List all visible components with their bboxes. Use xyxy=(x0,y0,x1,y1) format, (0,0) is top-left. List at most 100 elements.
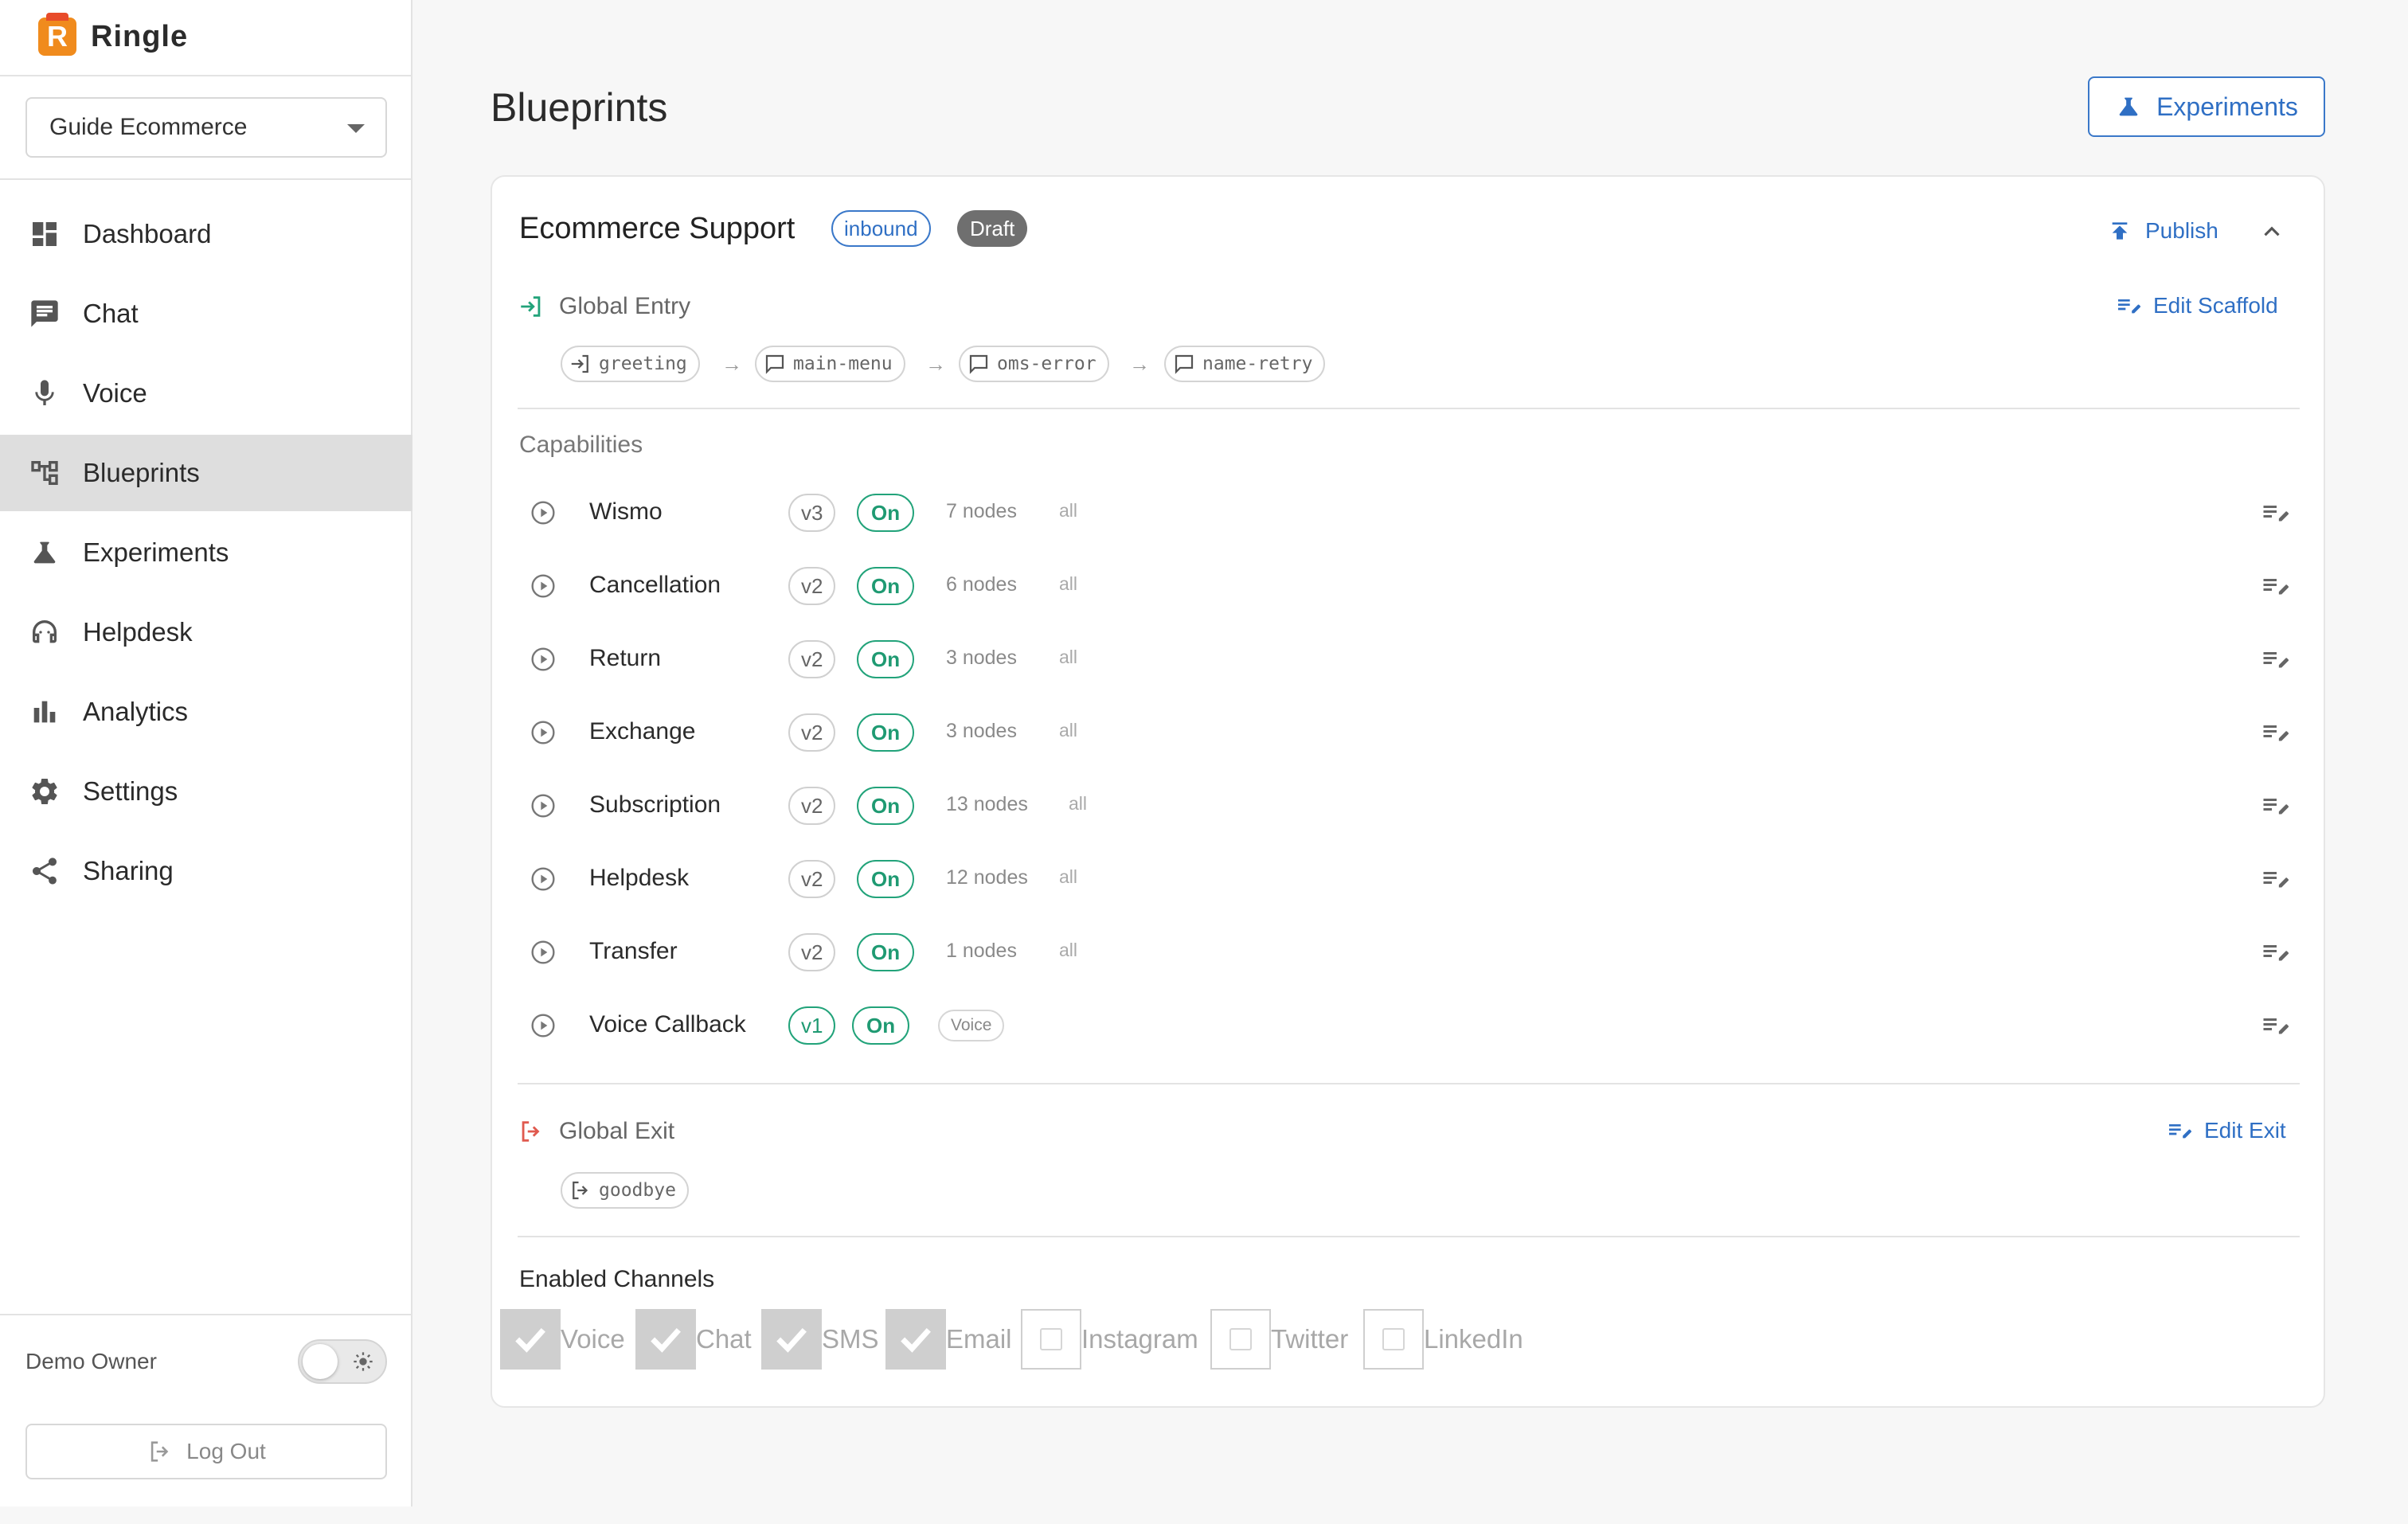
flask-icon xyxy=(2119,97,2138,116)
state-badge[interactable]: On xyxy=(857,860,915,898)
checkbox[interactable] xyxy=(1021,1309,1081,1370)
play-circle-icon[interactable] xyxy=(530,866,556,892)
direction-badge: inbound xyxy=(831,210,931,247)
exit-step-label: goodbye xyxy=(599,1180,676,1201)
capability-name: Voice Callback xyxy=(589,1011,746,1037)
capability-row[interactable]: Cancellation v2 On 6 nodes all xyxy=(519,549,2303,623)
current-user: Demo Owner xyxy=(25,1349,157,1374)
state-badge[interactable]: On xyxy=(857,933,915,971)
gear-icon xyxy=(32,778,57,804)
global-exit-text: Global Exit xyxy=(559,1118,675,1144)
capability-row[interactable]: Helpdesk v2 On 12 nodes all xyxy=(519,842,2303,916)
theme-toggle[interactable] xyxy=(298,1339,387,1384)
sidebar-item-blueprints[interactable]: Blueprints xyxy=(0,435,412,511)
checkbox[interactable] xyxy=(885,1309,946,1370)
channel-twitter[interactable]: Twitter xyxy=(1210,1309,1348,1370)
sidebar-item-settings[interactable]: Settings xyxy=(0,753,412,830)
node-count: 7 nodes xyxy=(946,500,1017,522)
edit-list-icon xyxy=(2169,1124,2191,1139)
edit-list-icon[interactable] xyxy=(2260,1011,2289,1040)
publish-icon xyxy=(2112,222,2128,240)
capability-row[interactable]: Return v2 On 3 nodes all xyxy=(519,623,2303,696)
sidebar-item-chat[interactable]: Chat xyxy=(0,275,412,352)
state-badge[interactable]: On xyxy=(857,787,915,825)
blueprint-name: Ecommerce Support xyxy=(519,212,796,245)
channel-label: Instagram xyxy=(1081,1324,1198,1354)
sidebar-item-dashboard[interactable]: Dashboard xyxy=(0,196,412,272)
entry-step-name-retry[interactable]: name-retry xyxy=(1164,346,1326,382)
checkbox[interactable] xyxy=(635,1309,696,1370)
app-name: Ringle xyxy=(91,19,189,53)
play-circle-icon[interactable] xyxy=(530,793,556,819)
exit-step-goodbye[interactable]: goodbye xyxy=(561,1172,689,1209)
checkbox-box xyxy=(1229,1328,1252,1350)
state-badge[interactable]: On xyxy=(857,567,915,605)
capability-row[interactable]: Voice Callback v1 On Voice xyxy=(519,989,2303,1062)
play-circle-icon[interactable] xyxy=(530,573,556,599)
capability-row[interactable]: Subscription v2 On 13 nodes all xyxy=(519,769,2303,842)
experiments-button-label: Experiments xyxy=(2156,92,2298,121)
state-badge[interactable]: On xyxy=(857,640,915,678)
sidebar-item-sharing[interactable]: Sharing xyxy=(0,833,412,909)
entry-step-oms-error[interactable]: oms-error xyxy=(959,346,1109,382)
edit-list-icon[interactable] xyxy=(2260,572,2289,600)
edit-exit-label: Edit Exit xyxy=(2204,1118,2286,1143)
chat-bubble-icon xyxy=(765,354,784,374)
login-icon xyxy=(521,296,541,317)
capability-row[interactable]: Exchange v2 On 3 nodes all xyxy=(519,696,2303,769)
org-select[interactable]: Guide Ecommerce xyxy=(25,97,387,158)
bar-chart-icon xyxy=(33,701,56,723)
edit-list-icon[interactable] xyxy=(2260,718,2289,747)
checkmark-icon xyxy=(901,1327,931,1353)
app-logo[interactable]: R Ringle xyxy=(38,13,189,56)
edit-scaffold-button[interactable]: Edit Scaffold xyxy=(2115,293,2278,318)
version-badge: v1 xyxy=(788,1006,836,1045)
channel-label: Voice xyxy=(561,1324,625,1354)
logout-icon xyxy=(522,1121,540,1142)
channel-tag: Voice xyxy=(938,1010,1005,1041)
checkbox[interactable] xyxy=(1363,1309,1424,1370)
play-circle-icon[interactable] xyxy=(530,1013,556,1038)
edit-list-icon[interactable] xyxy=(2260,865,2289,893)
section-divider xyxy=(518,1236,2300,1237)
state-badge[interactable]: On xyxy=(857,494,915,532)
edit-exit-button[interactable]: Edit Exit xyxy=(2166,1118,2286,1143)
sidebar-item-helpdesk[interactable]: Helpdesk xyxy=(0,594,412,670)
channel-email[interactable]: Email xyxy=(885,1309,1012,1370)
logout-button[interactable]: Log Out xyxy=(25,1424,387,1479)
state-badge[interactable]: On xyxy=(857,713,915,752)
edit-list-icon[interactable] xyxy=(2260,645,2289,674)
entry-step-label: greeting xyxy=(599,354,687,374)
edit-list-icon[interactable] xyxy=(2260,498,2289,527)
logout-icon xyxy=(150,1441,169,1462)
edit-list-icon[interactable] xyxy=(2260,938,2289,967)
sidebar-item-analytics[interactable]: Analytics xyxy=(0,674,412,750)
channel-voice[interactable]: Voice xyxy=(500,1309,625,1370)
publish-button[interactable]: Publish xyxy=(2107,218,2218,244)
state-badge[interactable]: On xyxy=(852,1006,910,1045)
play-circle-icon[interactable] xyxy=(530,940,556,965)
entry-step-main-menu[interactable]: main-menu xyxy=(755,346,905,382)
checkbox[interactable] xyxy=(1210,1309,1271,1370)
sidebar-item-experiments[interactable]: Experiments xyxy=(0,514,412,591)
channel-linkedin[interactable]: LinkedIn xyxy=(1363,1309,1523,1370)
channel-chat[interactable]: Chat xyxy=(635,1309,752,1370)
checkbox[interactable] xyxy=(500,1309,561,1370)
channel-instagram[interactable]: Instagram xyxy=(1021,1309,1198,1370)
checkbox[interactable] xyxy=(761,1309,822,1370)
capability-row[interactable]: Wismo v3 On 7 nodes all xyxy=(519,476,2303,549)
capability-row[interactable]: Transfer v2 On 1 nodes all xyxy=(519,916,2303,989)
version-badge: v2 xyxy=(788,640,836,678)
play-circle-icon[interactable] xyxy=(530,720,556,745)
sidebar-divider xyxy=(0,75,412,76)
channel-label: LinkedIn xyxy=(1424,1324,1523,1354)
entry-step-greeting[interactable]: greeting xyxy=(561,346,700,382)
sidebar-item-label: Voice xyxy=(83,378,147,408)
play-circle-icon[interactable] xyxy=(530,500,556,526)
experiments-button[interactable]: Experiments xyxy=(2088,76,2325,137)
edit-list-icon[interactable] xyxy=(2260,791,2289,820)
channel-sms[interactable]: SMS xyxy=(761,1309,879,1370)
sidebar-item-voice[interactable]: Voice xyxy=(0,355,412,432)
chevron-up-icon[interactable] xyxy=(2258,218,2285,245)
play-circle-icon[interactable] xyxy=(530,647,556,672)
